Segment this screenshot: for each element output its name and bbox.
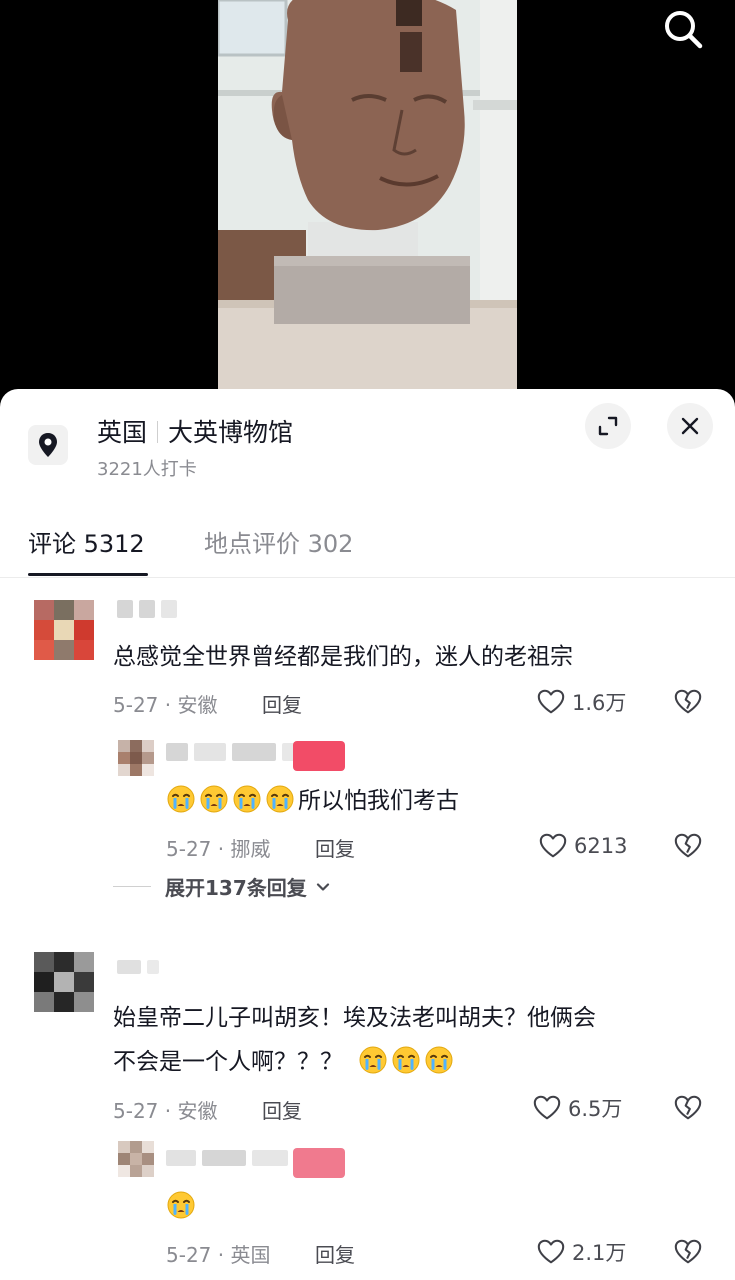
author-badge [293,741,345,771]
like-count: 6213 [574,834,628,858]
expand-line [113,886,151,887]
tabs-divider [0,577,735,578]
reply-button[interactable]: 回复 [262,1095,302,1124]
expand-replies-button[interactable]: 展开137条回复 [113,872,333,901]
video-thumbnail [218,0,517,395]
author-badge [293,1148,345,1178]
reply-button[interactable]: 回复 [262,689,302,718]
expand-button[interactable] [585,403,631,449]
crying-face-emoji [265,784,295,814]
username[interactable] [166,743,308,761]
close-icon [681,417,699,435]
crying-face-emoji [232,784,262,814]
dislike-button[interactable] [672,686,704,718]
comment-meta: 5-27 · 安徽 [113,693,218,717]
tab-comments[interactable]: 评论 5312 [28,524,145,559]
search-icon [665,11,703,49]
broken-heart-icon [673,687,703,717]
like-button[interactable]: 6213 [538,831,627,861]
crying-face-emoji [391,1045,421,1075]
like-count: 6.5万 [568,1097,623,1121]
location-country: 英国 [97,418,148,447]
crying-face-emoji [166,1190,196,1220]
comment-text-content: 不会是一个人啊？？？ [113,1049,343,1075]
reply-text: 所以怕我们考古 [166,781,459,821]
video-area[interactable] [0,0,735,420]
like-button[interactable]: 2.1万 [536,1237,626,1267]
comment-meta: 5-27 · 英国 [166,1243,271,1267]
location-pin-icon [39,433,57,457]
reply-button[interactable]: 回复 [315,833,355,862]
comment-meta: 5-27 · 安徽 [113,1099,218,1123]
dislike-button[interactable] [672,1092,704,1124]
reply-text-content: 所以怕我们考古 [298,788,459,814]
crying-face-emoji [358,1045,388,1075]
comment-text-line1: 始皇帝二儿子叫胡亥！埃及法老叫胡夫？他俩会 [113,1005,596,1031]
dislike-button[interactable] [672,830,704,862]
heart-icon [536,687,566,717]
heart-icon [536,1237,566,1267]
comment-meta: 5-27 · 挪威 [166,837,271,861]
comment-text: 总感觉全世界曾经都是我们的，迷人的老祖宗 [113,644,573,670]
broken-heart-icon [673,1237,703,1267]
location-place: 大英博物馆 [168,418,294,447]
like-button[interactable]: 6.5万 [532,1093,622,1123]
avatar[interactable] [118,740,154,776]
like-button[interactable]: 1.6万 [536,687,626,717]
username[interactable] [166,1150,288,1166]
comment-text-line2: 不会是一个人啊？？？ [113,1042,457,1082]
avatar[interactable] [118,1141,154,1177]
reply-text [166,1187,199,1227]
checkin-count: 3221人打卡 [97,459,197,480]
username[interactable] [117,600,177,618]
crying-face-emoji [166,784,196,814]
heart-icon [532,1093,562,1123]
active-tab-indicator [28,573,148,576]
search-button[interactable] [658,6,708,52]
broken-heart-icon [673,831,703,861]
dislike-button[interactable] [672,1236,704,1268]
crying-face-emoji [424,1045,454,1075]
broken-heart-icon [673,1093,703,1123]
title-separator [157,421,159,443]
chevron-down-icon [316,882,329,891]
comments-sheet: 英国 大英博物馆 3221人打卡 评论 5312 地点评价 302 总感觉全世界曾… [0,389,735,1280]
location-title[interactable]: 英国 大英博物馆 [97,413,293,449]
like-count: 1.6万 [572,691,627,715]
heart-icon [538,831,568,861]
crying-face-emoji [199,784,229,814]
tab-place-reviews[interactable]: 地点评价 302 [204,524,353,559]
reply-button[interactable]: 回复 [315,1239,355,1268]
location-badge [28,425,68,465]
close-button[interactable] [667,403,713,449]
expand-icon [598,416,618,436]
username[interactable] [117,960,159,974]
avatar[interactable] [34,952,94,1012]
expand-replies-label: 展开137条回复 [165,876,307,900]
avatar[interactable] [34,600,94,660]
like-count: 2.1万 [572,1241,627,1265]
